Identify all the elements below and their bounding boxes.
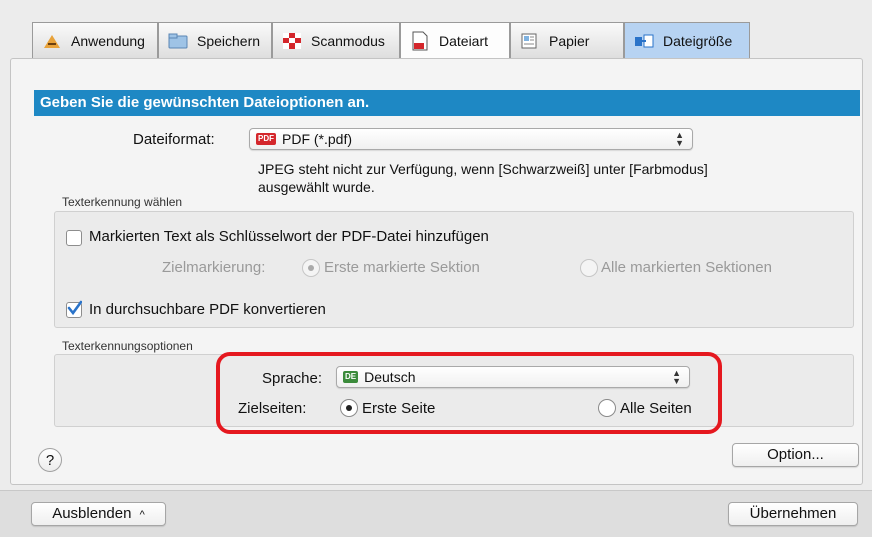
fileformat-note: JPEG steht nicht zur Verfügung, wenn [Sc… bbox=[258, 161, 708, 195]
first-section-label: Erste markierte Sektion bbox=[324, 259, 480, 276]
keyword-checkbox-label: Markierten Text als Schlüsselwort der PD… bbox=[89, 228, 489, 245]
filesize-icon bbox=[633, 32, 655, 50]
scanmode-icon bbox=[281, 32, 303, 50]
hide-button[interactable]: Ausblenden ^ bbox=[31, 502, 166, 526]
fileformat-label: Dateiformat: bbox=[133, 131, 215, 148]
tab-scanmodus[interactable]: Scanmodus bbox=[272, 22, 400, 58]
searchable-pdf-checkbox[interactable] bbox=[66, 300, 82, 318]
checkmark-icon bbox=[67, 300, 82, 316]
text-recognition-group-label: Texterkennung wählen bbox=[62, 195, 183, 209]
tab-dateiart[interactable]: Dateiart bbox=[400, 22, 510, 58]
ocr-options-group-label: Texterkennungsoptionen bbox=[62, 339, 193, 353]
highlight-frame bbox=[216, 352, 722, 434]
paper-icon bbox=[519, 32, 541, 50]
all-sections-radio[interactable] bbox=[580, 259, 598, 277]
target-marking-label: Zielmarkierung: bbox=[162, 259, 266, 276]
tab-speichern[interactable]: Speichern bbox=[158, 22, 272, 58]
tab-anwendung[interactable]: Anwendung bbox=[32, 22, 158, 58]
folder-icon bbox=[167, 32, 189, 50]
chevron-up-icon: ^ bbox=[139, 509, 145, 521]
pdf-icon: PDF bbox=[256, 133, 276, 145]
tab-dateigroesse[interactable]: Dateigröße bbox=[624, 22, 750, 58]
updown-arrows-icon: ▲ ▼ bbox=[675, 130, 684, 148]
fileformat-value: PDF (*.pdf) bbox=[282, 131, 353, 147]
fileformat-select[interactable]: PDF PDF (*.pdf) ▲ ▼ bbox=[249, 128, 693, 150]
filetype-icon bbox=[409, 31, 431, 50]
all-sections-label: Alle markierten Sektionen bbox=[601, 259, 772, 276]
tab-papier[interactable]: Papier bbox=[510, 22, 624, 58]
apply-button[interactable]: Übernehmen bbox=[728, 502, 858, 526]
keyword-checkbox[interactable] bbox=[66, 230, 82, 246]
first-section-radio[interactable] bbox=[302, 259, 320, 277]
help-button[interactable]: ? bbox=[38, 448, 62, 472]
section-header: Geben Sie die gewünschten Dateioptionen … bbox=[34, 90, 860, 116]
option-button[interactable]: Option... bbox=[732, 443, 859, 467]
application-icon bbox=[41, 32, 63, 50]
searchable-pdf-label: In durchsuchbare PDF konvertieren bbox=[89, 301, 326, 318]
